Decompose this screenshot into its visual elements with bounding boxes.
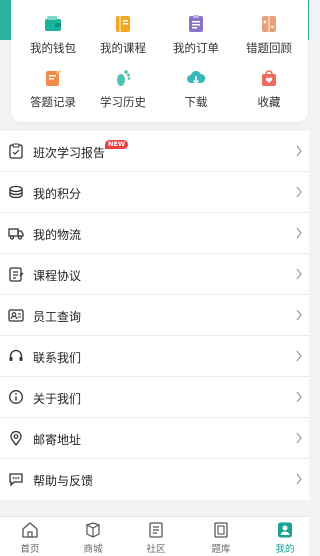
profile-icon bbox=[278, 522, 292, 538]
info-icon bbox=[9, 390, 23, 404]
grid-label: 我的课程 bbox=[100, 41, 146, 55]
footprint-icon bbox=[117, 70, 131, 86]
menu-label: 课程协议 bbox=[33, 269, 82, 283]
menu-label: 关于我们 bbox=[33, 392, 82, 406]
grid-item-answer-records[interactable]: 答题记录 bbox=[17, 68, 89, 116]
grid-label: 答题记录 bbox=[30, 95, 76, 109]
feature-grid-card: 我的钱包 我的课程 我的订单 错题回顾 答题记录 学习历史 下载 收藏 bbox=[11, 0, 308, 122]
tab-label: 社区 bbox=[146, 544, 166, 555]
chevron-right-icon bbox=[296, 350, 302, 362]
chevron-right-icon bbox=[296, 309, 302, 321]
favorite-bag-icon bbox=[262, 70, 276, 86]
menu-label: 帮助与反馈 bbox=[33, 474, 94, 488]
tab-community[interactable]: 社区 bbox=[131, 521, 181, 555]
menu-label: 班次学习报告 bbox=[33, 146, 106, 160]
menu-item-about-us[interactable]: 关于我们 bbox=[0, 377, 309, 418]
menu-item-employee-query[interactable]: 员工查询 bbox=[0, 295, 309, 336]
menu-item-course-agreement[interactable]: 课程协议 bbox=[0, 254, 309, 295]
settings-menu-list: 班次学习报告 NEW 我的积分 我的物流 课程协议 员工查询 联系我们 关于我们… bbox=[0, 131, 309, 500]
employee-id-icon bbox=[8, 309, 24, 322]
chevron-right-icon bbox=[296, 186, 302, 198]
chevron-right-icon bbox=[296, 268, 302, 280]
location-pin-icon bbox=[10, 430, 22, 446]
menu-label: 我的积分 bbox=[33, 187, 82, 201]
tab-label: 首页 bbox=[20, 544, 40, 555]
menu-item-points[interactable]: 我的积分 bbox=[0, 172, 309, 213]
tab-label: 题库 bbox=[211, 544, 231, 555]
delivery-truck-icon bbox=[8, 228, 24, 240]
chevron-right-icon bbox=[296, 432, 302, 444]
menu-item-contact-us[interactable]: 联系我们 bbox=[0, 336, 309, 377]
tab-home[interactable]: 首页 bbox=[5, 521, 55, 555]
report-clipboard-icon bbox=[9, 143, 23, 159]
tab-label: 商城 bbox=[83, 544, 103, 555]
points-coins-icon bbox=[9, 185, 23, 199]
tab-question-bank[interactable]: 题库 bbox=[196, 521, 246, 555]
menu-item-study-report[interactable]: 班次学习报告 NEW bbox=[0, 131, 309, 172]
course-book-icon bbox=[116, 16, 130, 32]
menu-label: 联系我们 bbox=[33, 351, 82, 365]
grid-item-wallet[interactable]: 我的钱包 bbox=[17, 14, 89, 62]
answer-record-icon bbox=[46, 70, 61, 86]
menu-label: 我的物流 bbox=[33, 228, 82, 242]
grid-label: 下载 bbox=[184, 95, 208, 109]
menu-label: 员工查询 bbox=[33, 310, 82, 324]
grid-item-download[interactable]: 下载 bbox=[160, 68, 232, 116]
menu-label: 邮寄地址 bbox=[33, 433, 82, 447]
chevron-right-icon bbox=[296, 145, 302, 157]
menu-item-help-feedback[interactable]: 帮助与反馈 bbox=[0, 459, 309, 500]
grid-label: 学习历史 bbox=[100, 95, 146, 109]
headset-icon bbox=[9, 349, 23, 361]
chevron-right-icon bbox=[296, 391, 302, 403]
wallet-icon bbox=[45, 16, 61, 31]
grid-item-wrong-questions[interactable]: 错题回顾 bbox=[233, 14, 305, 62]
chevron-right-icon bbox=[296, 227, 302, 239]
grid-item-study-history[interactable]: 学习历史 bbox=[87, 68, 159, 116]
grid-label: 收藏 bbox=[257, 95, 281, 109]
agreement-doc-icon bbox=[9, 267, 24, 282]
menu-item-mailing-address[interactable]: 邮寄地址 bbox=[0, 418, 309, 459]
grid-item-courses[interactable]: 我的课程 bbox=[87, 14, 159, 62]
bottom-tab-bar: 首页 商城 社区 题库 我的 bbox=[0, 516, 309, 556]
tab-profile[interactable]: 我的 bbox=[260, 521, 310, 555]
menu-item-logistics[interactable]: 我的物流 bbox=[0, 213, 309, 254]
grid-item-orders[interactable]: 我的订单 bbox=[160, 14, 232, 62]
grid-item-favorites[interactable]: 收藏 bbox=[233, 68, 305, 116]
tab-label: 我的 bbox=[275, 544, 295, 555]
order-list-icon bbox=[189, 15, 203, 32]
chevron-right-icon bbox=[296, 473, 302, 485]
cloud-download-icon bbox=[187, 70, 206, 85]
feedback-chat-icon bbox=[9, 473, 23, 487]
community-icon bbox=[149, 522, 163, 538]
new-badge: NEW bbox=[105, 140, 129, 149]
home-icon bbox=[22, 522, 38, 538]
grid-label: 我的钱包 bbox=[30, 41, 76, 55]
grid-label: 我的订单 bbox=[173, 41, 219, 55]
wrong-questions-icon bbox=[262, 16, 276, 32]
mall-icon bbox=[85, 522, 101, 538]
tab-mall[interactable]: 商城 bbox=[68, 521, 118, 555]
question-bank-icon bbox=[214, 522, 228, 538]
grid-label: 错题回顾 bbox=[246, 41, 292, 55]
